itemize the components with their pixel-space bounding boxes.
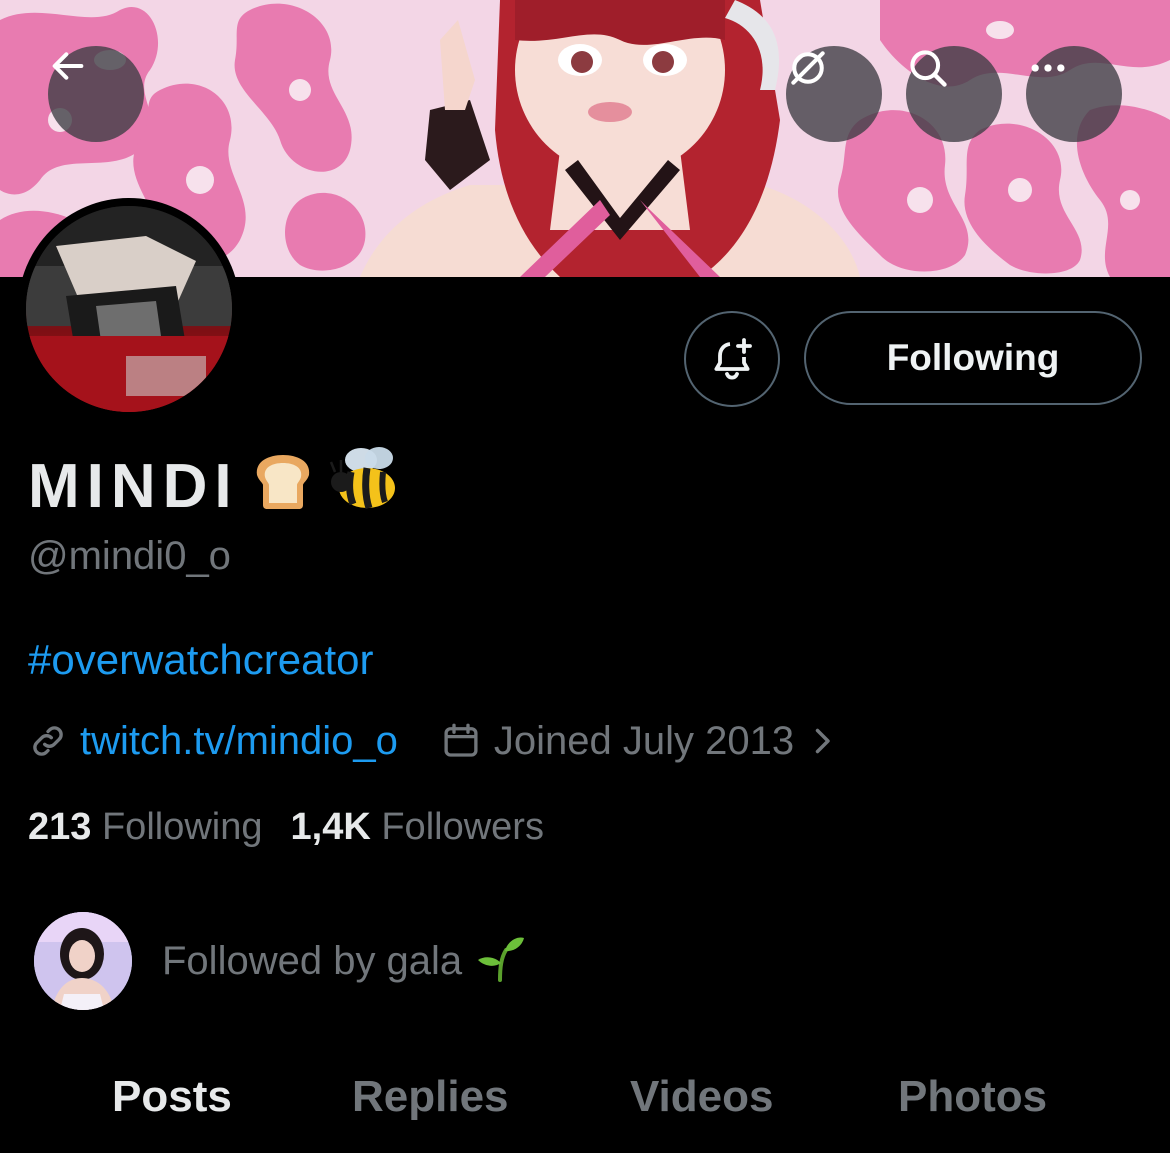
profile-avatar[interactable] [18, 198, 240, 420]
followers-stat[interactable]: 1,4K Followers [291, 806, 544, 849]
link-icon [33, 726, 63, 756]
display-name: MINDI [28, 442, 405, 531]
grok-button[interactable] [786, 46, 882, 142]
follower-avatar [34, 912, 132, 1010]
avatar-image [26, 206, 232, 412]
more-icon [1031, 64, 1065, 72]
tab-photos[interactable]: Photos [898, 1072, 1047, 1122]
followed-by[interactable]: Followed by gala [34, 912, 526, 1010]
back-button[interactable] [48, 46, 144, 142]
tab-posts[interactable]: Posts [112, 1072, 232, 1122]
display-name-text: MINDI [28, 452, 239, 521]
profile-meta: twitch.tv/mindio_o Joined July 2013 [28, 716, 840, 766]
following-button[interactable]: Following [804, 311, 1142, 405]
more-button[interactable] [1026, 46, 1122, 142]
following-label: Following [101, 806, 263, 848]
bee-emoji [327, 442, 405, 531]
chevron-right-icon[interactable] [804, 723, 840, 759]
calendar-icon [444, 723, 478, 757]
tab-videos[interactable]: Videos [630, 1072, 773, 1122]
arrow-left-icon [52, 52, 84, 80]
followed-by-text: Followed by gala [162, 938, 463, 983]
bio-hashtag[interactable]: #overwatchcreator [28, 636, 374, 684]
notifications-button[interactable] [684, 311, 780, 407]
joined-date[interactable]: Joined July 2013 [494, 719, 794, 764]
profile-link[interactable]: twitch.tv/mindio_o [80, 719, 398, 764]
user-handle: @mindi0_o [28, 534, 231, 578]
bread-emoji [249, 445, 317, 528]
seedling-emoji [474, 930, 526, 992]
followers-count: 1,4K [290, 806, 371, 848]
following-stat[interactable]: 213 Following [28, 806, 263, 849]
tab-replies[interactable]: Replies [352, 1072, 509, 1122]
search-button[interactable] [906, 46, 1002, 142]
follow-stats: 213 Following 1,4K Followers [28, 806, 572, 849]
bell-plus-icon [714, 338, 752, 380]
search-icon [910, 50, 947, 87]
followers-label: Followers [381, 806, 544, 848]
grok-icon [791, 51, 825, 85]
following-count: 213 [28, 806, 92, 848]
profile-tabs: Posts Replies Videos Photos [0, 1072, 1170, 1132]
